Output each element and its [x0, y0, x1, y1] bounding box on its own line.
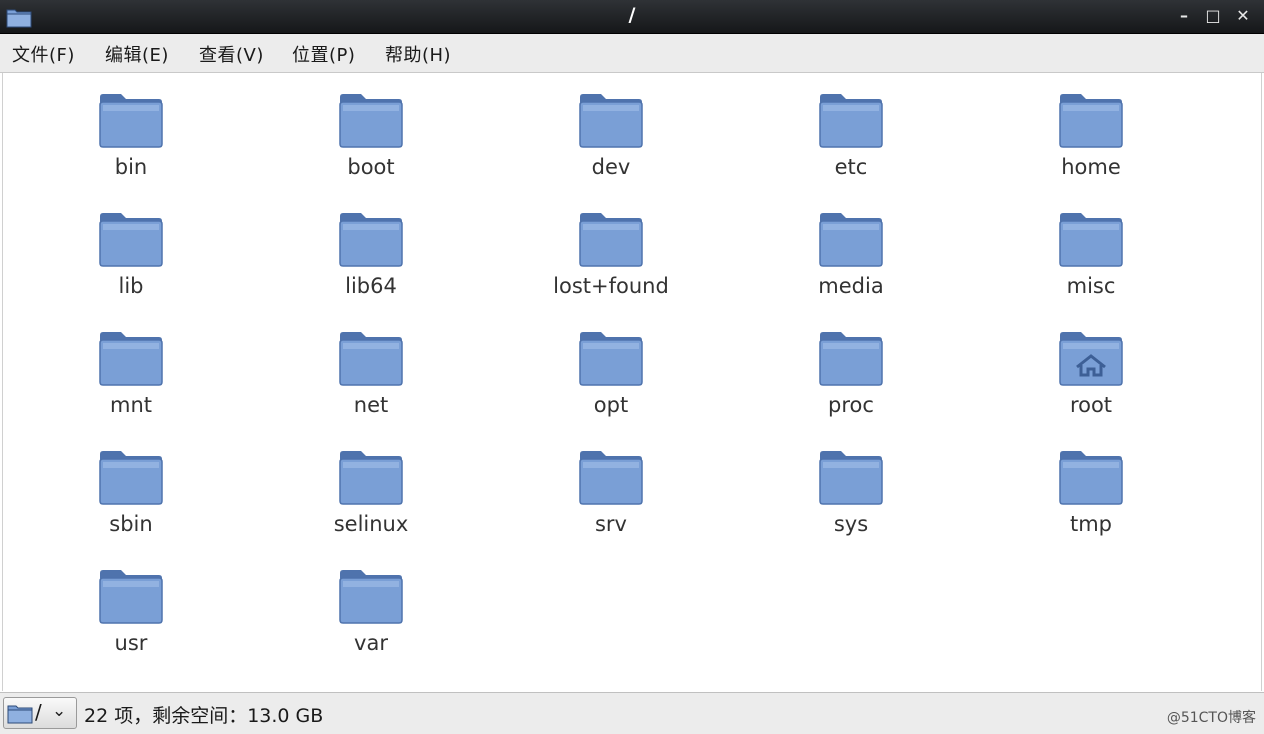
folder-label: srv	[594, 512, 627, 536]
folder-icon	[1059, 94, 1123, 148]
folder-item-opt[interactable]: opt	[541, 329, 681, 439]
icon-view[interactable]: bin boot dev etc home lib lib64 lost+found media…	[2, 73, 1262, 691]
folder-label: boot	[347, 155, 395, 179]
folder-icon	[579, 94, 643, 148]
folder-item-lib64[interactable]: lib64	[301, 210, 441, 320]
folder-label: opt	[593, 393, 629, 417]
folder-label: misc	[1066, 274, 1116, 298]
folder-icon	[339, 94, 403, 148]
folder-item-sbin[interactable]: sbin	[61, 448, 201, 558]
menu-places[interactable]: 位置(P)	[292, 41, 355, 67]
folder-icon	[1059, 451, 1123, 505]
folder-icon	[819, 451, 883, 505]
folder-icon	[99, 94, 163, 148]
folder-item-sys[interactable]: sys	[781, 448, 921, 558]
folder-label: bin	[114, 155, 148, 179]
folder-icon	[7, 705, 33, 724]
folder-item-proc[interactable]: proc	[781, 329, 921, 439]
status-summary: 22 项，剩余空间：13.0 GB	[84, 705, 324, 727]
folder-item-dev[interactable]: dev	[541, 91, 681, 201]
folder-item-boot[interactable]: boot	[301, 91, 441, 201]
folder-item-tmp[interactable]: tmp	[1021, 448, 1161, 558]
status-bar: / ⌄ 22 项，剩余空间：13.0 GB @51CTO博客	[0, 692, 1264, 734]
folder-label: mnt	[110, 393, 152, 417]
folder-item-usr[interactable]: usr	[61, 567, 201, 677]
folder-item-misc[interactable]: misc	[1021, 210, 1161, 320]
folder-item-mnt[interactable]: mnt	[61, 329, 201, 439]
folder-icon	[99, 451, 163, 505]
folder-icon	[99, 213, 163, 267]
menu-bar: 文件(F) 编辑(E) 查看(V) 位置(P) 帮助(H)	[0, 34, 1264, 73]
folder-icon	[339, 570, 403, 624]
folder-icon	[339, 332, 403, 386]
folder-item-srv[interactable]: srv	[541, 448, 681, 558]
folder-icon	[819, 332, 883, 386]
folder-item-net[interactable]: net	[301, 329, 441, 439]
close-button[interactable]: ✕	[1232, 5, 1254, 27]
folder-item-root[interactable]: root	[1021, 329, 1161, 439]
menu-file[interactable]: 文件(F)	[12, 41, 75, 67]
location-dropdown[interactable]: / ⌄	[3, 697, 77, 729]
folder-icon	[99, 332, 163, 386]
folder-label: home	[1061, 155, 1121, 179]
folder-item-home[interactable]: home	[1021, 91, 1161, 201]
menu-edit[interactable]: 编辑(E)	[105, 41, 169, 67]
location-value: /	[35, 700, 42, 724]
menu-view[interactable]: 查看(V)	[199, 41, 264, 67]
folder-label: lib64	[345, 274, 397, 298]
folder-item-var[interactable]: var	[301, 567, 441, 677]
minimize-button[interactable]: –	[1173, 5, 1195, 27]
home-folder-icon	[1059, 332, 1123, 386]
folder-label: var	[354, 631, 388, 655]
chevron-down-icon: ⌄	[52, 701, 67, 721]
folder-label: net	[353, 393, 389, 417]
folder-label: tmp	[1069, 512, 1113, 536]
folder-item-selinux[interactable]: selinux	[301, 448, 441, 558]
window-title: /	[628, 4, 636, 26]
folder-label: dev	[591, 155, 631, 179]
folder-label: sbin	[109, 512, 153, 536]
folder-icon	[819, 94, 883, 148]
folder-item-lost-found[interactable]: lost+found	[541, 210, 681, 320]
folder-item-lib[interactable]: lib	[61, 210, 201, 320]
menu-help[interactable]: 帮助(H)	[385, 41, 451, 67]
folder-label: lost+found	[553, 274, 669, 298]
folder-icon	[99, 570, 163, 624]
folder-item-media[interactable]: media	[781, 210, 921, 320]
folder-label: media	[818, 274, 884, 298]
folder-item-bin[interactable]: bin	[61, 91, 201, 201]
folder-item-etc[interactable]: etc	[781, 91, 921, 201]
folder-label: root	[1069, 393, 1113, 417]
folder-icon	[339, 213, 403, 267]
folder-icon	[339, 451, 403, 505]
folder-icon	[819, 213, 883, 267]
folder-icon	[579, 213, 643, 267]
folder-label: selinux	[333, 512, 409, 536]
title-bar: / – □ ✕	[0, 0, 1264, 34]
folder-icon	[579, 332, 643, 386]
folder-label: lib	[118, 274, 144, 298]
folder-icon	[579, 451, 643, 505]
folder-label: sys	[833, 512, 869, 536]
folder-label: usr	[114, 631, 148, 655]
maximize-button[interactable]: □	[1202, 5, 1224, 27]
folder-icon	[1059, 213, 1123, 267]
watermark: @51CTO博客	[1166, 710, 1256, 726]
folder-label: etc	[834, 155, 868, 179]
folder-label: proc	[828, 393, 874, 417]
